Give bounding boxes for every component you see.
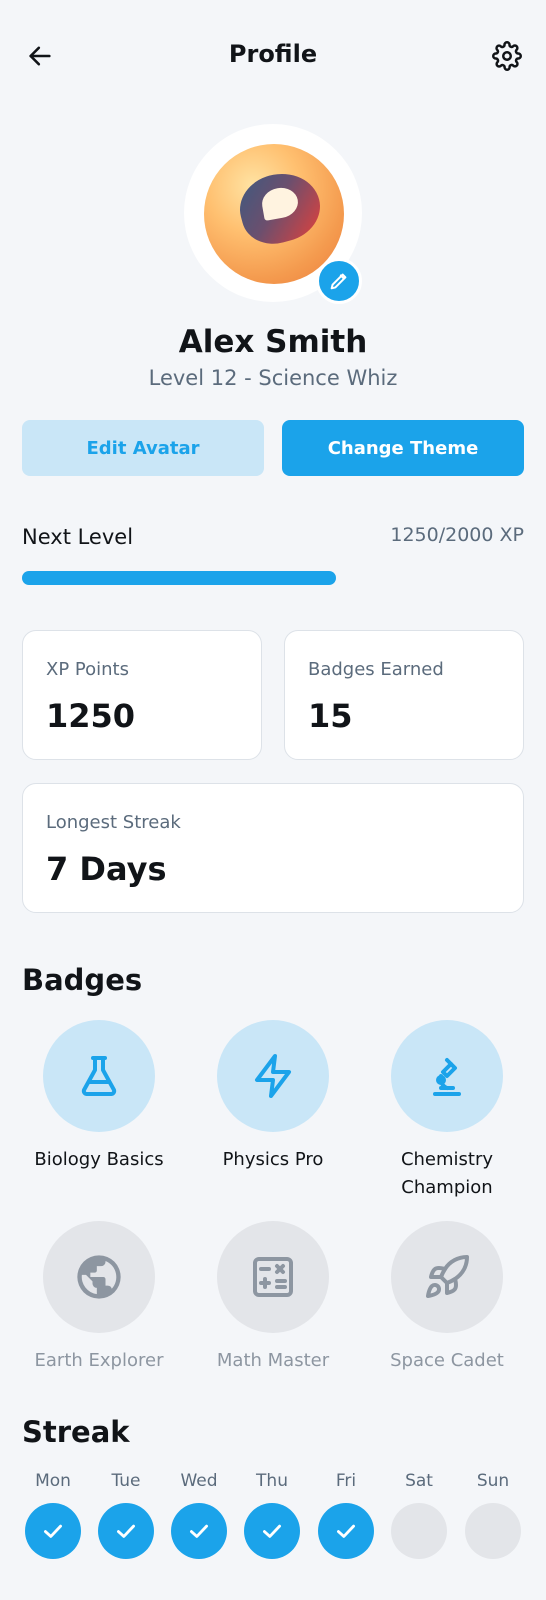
day-label: Fri <box>335 1471 357 1491</box>
streak-section-title: Streak <box>22 1415 130 1449</box>
day-empty-marker <box>391 1503 447 1559</box>
badge-biology-basics[interactable]: Biology Basics <box>11 1020 187 1174</box>
badge-icon-circle <box>43 1020 155 1132</box>
xp-progress-text: 1250/2000 XP <box>390 524 524 546</box>
streak-day-mon: Mon <box>23 1471 83 1559</box>
badge-label: Space Cadet <box>390 1350 504 1371</box>
badge-physics-pro[interactable]: Physics Pro <box>185 1020 361 1174</box>
badges-section-title: Badges <box>22 963 143 997</box>
user-level: Level 12 - Science Whiz <box>148 366 398 390</box>
badge-label: Chemistry Champion <box>400 1149 494 1198</box>
xp-points-label: XP Points <box>46 659 129 680</box>
lightning-icon <box>255 1054 291 1098</box>
level-progress-fill <box>22 571 336 585</box>
day-complete-marker <box>25 1503 81 1559</box>
page-title: Profile <box>228 40 318 68</box>
longest-streak-value: 7 Days <box>46 850 167 888</box>
day-complete-marker <box>318 1503 374 1559</box>
streak-day-sat: Sat <box>389 1471 449 1559</box>
rocket-icon <box>426 1254 469 1298</box>
badges-earned-value: 15 <box>308 697 353 735</box>
streak-day-sun: Sun <box>463 1471 523 1559</box>
badge-icon-circle <box>43 1221 155 1333</box>
longest-streak-label: Longest Streak <box>46 812 181 833</box>
pencil-icon <box>330 273 347 290</box>
level-progress-bar <box>22 571 524 585</box>
xp-points-card: XP Points 1250 <box>22 630 262 760</box>
flask-icon <box>81 1056 117 1096</box>
day-complete-marker <box>171 1503 227 1559</box>
badge-label: Earth Explorer <box>34 1350 164 1371</box>
calculator-icon <box>253 1257 293 1297</box>
microscope-icon <box>433 1058 461 1096</box>
check-icon <box>263 1524 281 1538</box>
day-label: Sat <box>405 1471 433 1491</box>
day-label: Thu <box>256 1471 288 1491</box>
check-icon <box>117 1524 135 1538</box>
xp-points-value: 1250 <box>46 697 136 735</box>
check-icon <box>190 1524 208 1538</box>
edit-avatar-button[interactable]: Edit Avatar <box>22 420 264 476</box>
longest-streak-card: Longest Streak 7 Days <box>22 783 524 913</box>
day-label: Sun <box>476 1471 510 1491</box>
streak-day-thu: Thu <box>242 1471 302 1559</box>
top-bar: Profile <box>0 0 546 110</box>
day-complete-marker <box>244 1503 300 1559</box>
badge-label: Math Master <box>216 1350 330 1371</box>
check-icon <box>44 1524 62 1538</box>
day-complete-marker <box>98 1503 154 1559</box>
check-icon <box>337 1524 355 1538</box>
badge-label: Biology Basics <box>34 1149 164 1170</box>
badges-earned-card: Badges Earned 15 <box>284 630 524 760</box>
badge-icon-circle <box>217 1020 329 1132</box>
globe-icon <box>77 1255 121 1299</box>
badge-icon-circle <box>217 1221 329 1333</box>
streak-day-tue: Tue <box>96 1471 156 1559</box>
badge-label: Physics Pro <box>222 1149 324 1170</box>
badge-math-master[interactable]: Math Master <box>185 1221 361 1375</box>
gear-icon <box>492 41 522 71</box>
badges-earned-label: Badges Earned <box>308 659 444 680</box>
streak-day-wed: Wed <box>169 1471 229 1559</box>
change-theme-button[interactable]: Change Theme <box>282 420 524 476</box>
next-level-label: Next Level <box>22 525 134 549</box>
badge-icon-circle <box>391 1221 503 1333</box>
streak-day-fri: Fri <box>316 1471 376 1559</box>
day-label: Mon <box>35 1471 71 1491</box>
badge-chemistry-champion[interactable]: Chemistry Champion <box>359 1020 535 1202</box>
day-label: Tue <box>111 1471 141 1491</box>
badge-earth-explorer[interactable]: Earth Explorer <box>11 1221 187 1375</box>
day-label: Wed <box>180 1471 218 1491</box>
badge-space-cadet[interactable]: Space Cadet <box>359 1221 535 1375</box>
edit-avatar-badge[interactable] <box>316 258 362 304</box>
settings-button[interactable] <box>490 39 524 73</box>
day-empty-marker <box>465 1503 521 1559</box>
badge-icon-circle <box>391 1020 503 1132</box>
user-name: Alex Smith <box>178 324 368 360</box>
